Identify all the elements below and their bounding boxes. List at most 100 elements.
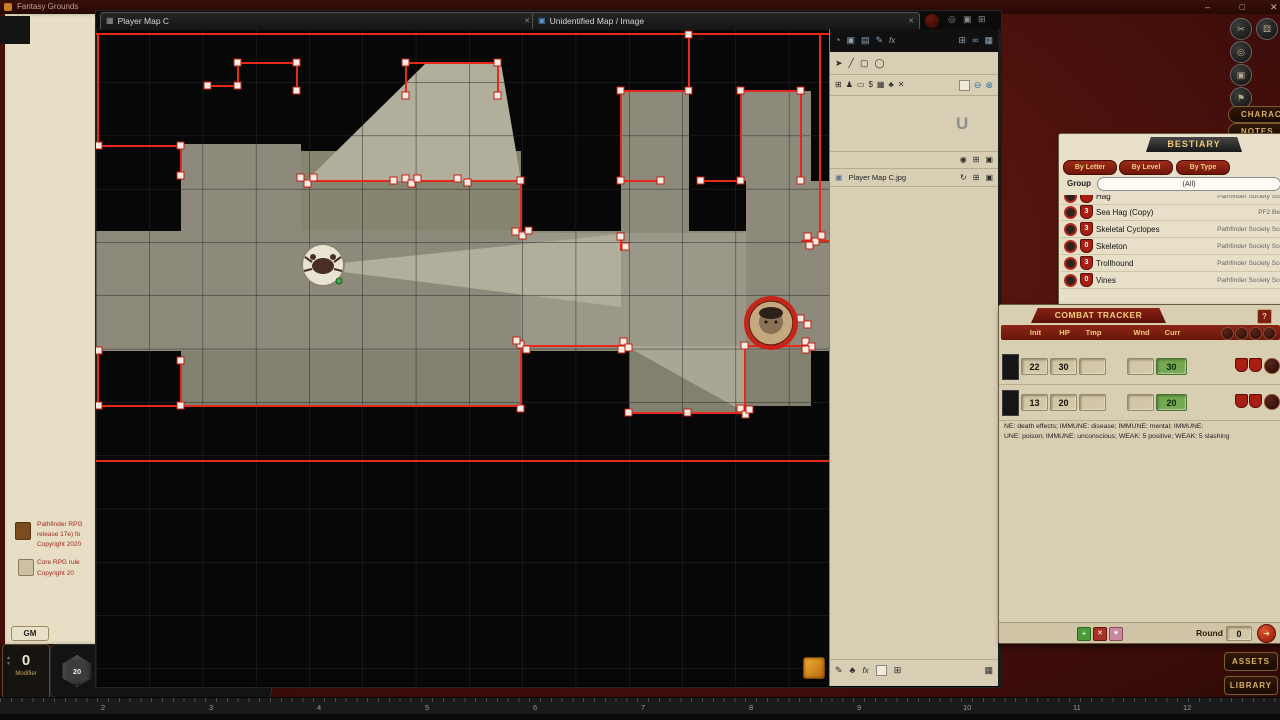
bestiary-row[interactable]: 3 Skeletal Cyclopes Pathfinder Society S… [1061,221,1280,238]
sidebar-panel-button[interactable]: ▣ [1230,64,1252,86]
lock-icon[interactable]: ▣ [985,174,993,182]
sidebar-library-button[interactable]: LIBRARY [1224,676,1278,695]
add-blank-icon[interactable] [876,665,887,676]
bestiary-by-letter-button[interactable]: By Letter [1063,160,1117,175]
erase-stamp-icon[interactable]: ✕ [898,81,905,89]
tab-player-map-c[interactable]: ▦ Player Map C ✕ [100,12,536,29]
tracker-menu-button[interactable] [1249,327,1262,340]
stack-tool-icon[interactable]: ▤ [861,36,870,45]
lock-icon[interactable]: ▣ [985,156,993,164]
tracker-menu-button[interactable] [1235,327,1248,340]
panel-table-icon[interactable]: ▦ [984,666,993,675]
grid-stamp-icon[interactable]: ⊞ [835,81,842,89]
init-field[interactable]: 13 [1021,394,1048,411]
monitor-stamp-icon[interactable]: ▭ [857,81,865,89]
snap-magnet-icon[interactable]: U [956,114,968,134]
tab-close-icon[interactable]: ✕ [524,17,530,25]
tracker-menu-button[interactable] [1221,327,1234,340]
minimize-button[interactable]: – [1205,0,1210,14]
close-button[interactable]: ✕ [1270,0,1278,14]
combatant-portrait[interactable] [1002,354,1019,380]
token-portrait[interactable] [746,298,796,348]
bestiary-row[interactable]: 0 Vines Pathfinder Society Scer [1061,272,1280,289]
gm-identity-button[interactable]: GM [11,626,49,641]
bestiary-by-level-button[interactable]: By Level [1119,160,1173,175]
sidebar-scissors-button[interactable]: ✂ [1230,18,1252,40]
defense-shield-icon[interactable] [1235,358,1248,372]
curr-field[interactable]: 20 [1156,394,1187,411]
row-menu-button[interactable] [1264,358,1280,374]
tab-unidentified-map[interactable]: ▣ Unidentified Map / Image ✕ [532,12,920,29]
layer-row-base[interactable]: ◉ ⊞ ▣ [830,151,998,169]
money-stamp-icon[interactable]: $ [868,81,872,89]
book-doc-icon[interactable] [18,559,34,576]
fx-tool-icon[interactable]: fx [889,37,895,45]
group-filter-input[interactable]: (All) [1097,177,1280,191]
wnd-field[interactable] [1127,394,1154,411]
sidebar-target-button[interactable]: ◎ [1230,41,1252,63]
sidebar-assets-button[interactable]: ASSETS [1224,652,1278,671]
bestiary-row[interactable]: 3 Sea Hag (Copy) PF2 Best [1061,204,1280,221]
modifier-box[interactable]: 0 Modifier ▲▼ [2,644,50,699]
cancel-circle-button[interactable]: ⊗ [985,81,993,90]
tree-stamp-icon[interactable]: ♣ [888,81,893,89]
add-fx-icon[interactable]: fx [862,667,868,675]
bestiary-row[interactable]: 3 Trollhound Pathfinder Society Scer [1061,255,1280,272]
grid-tool-icon[interactable]: ⊞ [978,15,986,24]
help-button[interactable]: ? [1257,309,1272,324]
tracker-menu-button[interactable] [1263,327,1276,340]
disc-tool-icon[interactable]: ◔ [835,36,840,45]
hp-field[interactable]: 30 [1050,358,1077,375]
table-tool-icon[interactable]: ▦ [984,36,993,45]
circle-draw-icon[interactable]: ◯ [874,59,884,68]
pencil-tool-icon[interactable]: ✎ [875,36,883,45]
add-effect-button[interactable]: + [1077,627,1091,641]
sidebar-characters-button[interactable]: CHARACTERS [1228,106,1280,123]
curr-field[interactable]: 30 [1156,358,1187,375]
link-tool-icon[interactable]: ∞ [972,36,978,45]
white-square-button[interactable] [959,80,970,91]
add-tree-icon[interactable]: ♣ [850,666,856,675]
next-turn-button[interactable]: ➜ [1257,624,1276,643]
pointer-mode-indicator[interactable] [803,657,825,679]
map-canvas[interactable] [96,29,829,686]
token-crab[interactable] [302,244,344,286]
modifier-stepper[interactable]: ▲▼ [6,655,11,667]
tracker-row[interactable]: 13 20 20 [999,385,1280,421]
add-grid-icon[interactable]: ⊞ [894,666,902,675]
defense-shield-icon[interactable] [1249,358,1262,372]
person-stamp-icon[interactable]: ♟ [846,81,853,89]
tmp-field[interactable] [1079,358,1106,375]
maximize-button[interactable]: ▢ [1239,1,1246,15]
pointer-tool-icon[interactable]: ➤ [835,59,843,68]
defense-shield-icon[interactable] [1235,394,1248,408]
clear-effects-button[interactable]: ✕ [1093,627,1107,641]
refresh-icon[interactable]: ↻ [960,174,967,182]
init-field[interactable]: 22 [1021,358,1048,375]
defense-shield-icon[interactable] [1249,394,1262,408]
rect-draw-icon[interactable]: ▢ [860,59,869,68]
grid-icon[interactable]: ⊞ [973,156,980,164]
wnd-field[interactable] [1127,358,1154,375]
heal-button[interactable]: ♥ [1109,627,1123,641]
bestiary-row[interactable]: 0 Skeleton Pathfinder Society Scer [1061,238,1280,255]
tmp-field[interactable] [1079,394,1106,411]
target-tool-icon[interactable]: ◎ [948,15,956,24]
d20-die[interactable]: 20 [61,655,93,687]
line-draw-icon[interactable]: ╱ [849,59,854,68]
layer-row-image[interactable]: ▣ Player Map C.jpg ↻ ⊞ ▣ [830,169,998,187]
tab-close-icon[interactable]: ✕ [908,17,914,25]
tracker-row[interactable]: 22 30 30 [999,349,1280,385]
radial-menu-button[interactable] [924,13,940,29]
scroll-doc-icon[interactable] [15,522,31,540]
round-counter[interactable]: 0 [1226,626,1252,641]
combatant-portrait[interactable] [1002,390,1019,416]
layers-tool-icon[interactable]: ▣ [846,36,855,45]
hp-field[interactable]: 20 [1050,394,1077,411]
table-stamp-icon[interactable]: ▦ [877,81,885,89]
panel-tool-icon[interactable]: ▣ [963,15,972,24]
sidebar-die-button[interactable]: ⚄ [1256,18,1278,40]
row-menu-button[interactable] [1264,394,1280,410]
minus-circle-button[interactable]: ⊖ [974,81,982,90]
grid-icon[interactable]: ⊞ [973,174,980,182]
